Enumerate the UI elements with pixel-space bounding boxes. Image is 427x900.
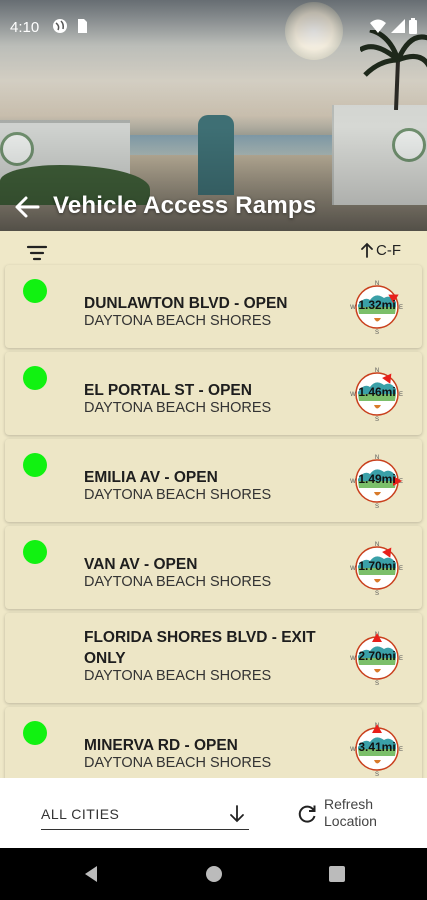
compass-distance: NSWE 2.70mi <box>348 629 406 687</box>
compass-cardinal: N <box>375 455 379 461</box>
distance-label: 2.70mi <box>358 649 396 663</box>
ramp-card[interactable]: VAN AV - OPEN DAYTONA BEACH SHORES NSWE … <box>5 526 422 609</box>
refresh-label: Refresh Location <box>324 796 377 829</box>
ramp-city: DAYTONA BEACH SHORES <box>84 400 272 416</box>
ramp-card[interactable]: MINERVA RD - OPEN DAYTONA BEACH SHORES N… <box>5 707 422 778</box>
status-dot <box>23 540 47 564</box>
ramp-city: DAYTONA BEACH SHORES <box>84 574 272 590</box>
wifi-icon <box>370 19 386 33</box>
compass-cardinal: S <box>375 591 379 597</box>
ramp-card[interactable]: EMILIA AV - OPEN DAYTONA BEACH SHORES N S… <box>5 439 422 522</box>
title-row: Vehicle Access Ramps <box>0 186 427 228</box>
arrow-up-icon <box>361 242 373 258</box>
compass-cardinal: N <box>375 368 379 374</box>
nav-back-icon[interactable] <box>82 865 100 883</box>
ramp-card[interactable]: DUNLAWTON BLVD - OPEN DAYTONA BEACH SHOR… <box>5 265 422 348</box>
compass-cardinal: S <box>375 681 379 687</box>
filter-icon[interactable] <box>26 242 48 264</box>
battery-icon <box>409 18 417 34</box>
distance-label: 1.46mi <box>358 385 396 399</box>
nav-home-icon[interactable] <box>205 865 223 883</box>
ramp-name: MINERVA RD - OPEN <box>84 737 238 754</box>
refresh-location-button[interactable]: Refresh Location <box>296 796 406 836</box>
ramp-name: EMILIA AV - OPEN <box>84 469 218 486</box>
ramp-list: DUNLAWTON BLVD - OPEN DAYTONA BEACH SHOR… <box>0 263 427 778</box>
sim-card-icon <box>78 19 87 33</box>
arrow-down-icon <box>230 805 244 823</box>
ramp-card[interactable]: FLORIDA SHORES BLVD - EXIT ONLY DAYTONA … <box>5 613 422 703</box>
distance-label: 1.49mi <box>358 472 396 486</box>
nav-recents-icon[interactable] <box>328 865 346 883</box>
compass-cardinal: N <box>375 542 379 548</box>
distance-label: 1.70mi <box>358 559 396 573</box>
compass-distance: NSWE 1.32mi <box>348 278 406 336</box>
compass-distance: NSWE 1.49mi <box>348 452 406 510</box>
compass-cardinal: S <box>375 330 379 336</box>
refresh-icon <box>298 805 316 823</box>
ramp-city: DAYTONA BEACH SHORES <box>84 755 272 771</box>
compass-distance: NSWE 1.46mi <box>348 365 406 423</box>
distance-label: 3.41mi <box>358 740 396 754</box>
compass-distance: NSWE 1.70mi <box>348 539 406 597</box>
status-time: 4:10 <box>10 19 40 36</box>
page-title: Vehicle Access Ramps <box>53 192 317 219</box>
ramp-city: DAYTONA BEACH SHORES <box>84 313 272 329</box>
city-dropdown-value: ALL CITIES <box>41 806 120 822</box>
status-bar: 4:10 <box>0 0 427 56</box>
ramp-city: DAYTONA BEACH SHORES <box>84 487 272 503</box>
ramp-name: VAN AV - OPEN <box>84 556 198 573</box>
sort-label: C-F <box>376 241 401 259</box>
globe-icon <box>53 19 67 33</box>
city-dropdown[interactable]: ALL CITIES <box>41 804 249 830</box>
ramp-name: DUNLAWTON BLVD - OPEN <box>84 295 288 312</box>
ramp-name: EL PORTAL ST - OPEN <box>84 382 252 399</box>
status-dot <box>23 453 47 477</box>
status-dot <box>23 279 47 303</box>
signal-icon <box>391 19 405 33</box>
distance-label: 1.32mi <box>358 298 396 312</box>
compass-distance: NSWE 3.41mi <box>348 720 406 778</box>
bottom-bar: ALL CITIES Refresh Location <box>0 778 427 848</box>
back-arrow-icon[interactable] <box>12 192 42 222</box>
ramp-card[interactable]: EL PORTAL ST - OPEN DAYTONA BEACH SHORES… <box>5 352 422 435</box>
status-dot <box>23 366 47 390</box>
ramp-name: FLORIDA SHORES BLVD - EXIT ONLY <box>84 629 316 667</box>
status-dot <box>23 721 47 745</box>
system-nav-bar <box>0 848 427 900</box>
ramp-city: DAYTONA BEACH SHORES <box>84 668 272 684</box>
compass-cardinal: S <box>375 417 379 423</box>
sort-button[interactable]: C-F <box>360 239 401 261</box>
compass-cardinal: S <box>375 504 379 510</box>
compass-cardinal: N <box>375 281 379 287</box>
